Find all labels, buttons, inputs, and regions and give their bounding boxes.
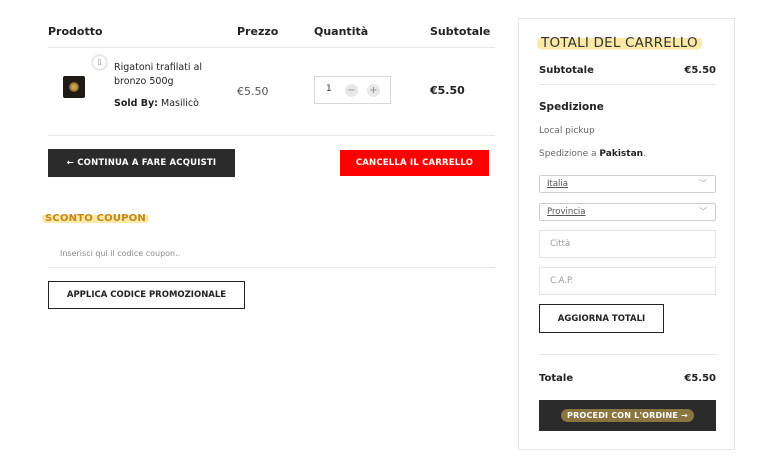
product-name-link[interactable]: Rigatoni trafilati al bronzo 500g [114,61,224,89]
header-subtotal: Subtotale [430,25,491,38]
quantity-value[interactable]: 1 [326,84,332,94]
totals-subtotal-row: Subtotale €5.50 [539,65,716,76]
totals-total-row: Totale €5.50 [539,373,716,384]
shipping-to-prefix: Spedizione a [539,149,597,159]
cart-totals-title: TOTALI DEL CARRELLO [537,35,702,51]
chevron-down-icon: ﹀ [699,207,707,216]
item-price: €5.50 [237,85,269,98]
country-select[interactable]: Italia ﹀ [539,175,716,193]
header-quantity: Quantità [314,25,369,38]
product-thumbnail[interactable] [63,76,85,98]
city-field[interactable] [539,230,716,258]
cart-table-header: Prodotto Prezzo Quantità Subtotale [48,20,495,48]
proceed-checkout-button[interactable]: PROCEDI CON L'ORDINE → [539,400,716,431]
divider [539,84,716,85]
province-select[interactable]: Provincia ﹀ [539,203,716,221]
update-totals-button[interactable]: AGGIORNA TOTALI [539,304,664,333]
divider [539,354,716,355]
vendor-name[interactable]: Masilicò [161,98,199,109]
totals-subtotal-label: Subtotale [539,65,594,76]
coupon-input[interactable] [48,240,495,268]
shipping-title: Spedizione [539,101,604,113]
cart-table: Prodotto Prezzo Quantità Subtotale ▯ Rig… [48,20,495,136]
proceed-checkout-label: PROCEDI CON L'ORDINE → [561,409,694,422]
header-price: Prezzo [237,25,279,38]
zip-field[interactable] [539,267,716,295]
item-subtotal: €5.50 [430,84,465,97]
coupon-title-text: SCONTO COUPON [42,213,149,224]
shipping-method: Local pickup [539,126,595,136]
province-select-value: Provincia [547,207,586,217]
sold-by-label: Sold By: [114,98,158,109]
quantity-stepper[interactable]: 1 − + [314,76,391,104]
totals-subtotal-value: €5.50 [684,65,716,76]
plus-icon[interactable]: + [367,84,380,97]
cart-totals-panel: TOTALI DEL CARRELLO Subtotale €5.50 Sped… [518,18,735,450]
sold-by: Sold By: Masilicò [114,98,199,109]
apply-coupon-button[interactable]: APPLICA CODICE PROMOZIONALE [48,281,245,309]
header-product: Prodotto [48,25,103,38]
clear-cart-button[interactable]: CANCELLA IL CARRELLO [340,150,489,176]
coupon-title: SCONTO COUPON [42,213,149,224]
minus-icon[interactable]: − [345,84,358,97]
remove-icon[interactable]: ▯ [93,56,106,69]
continue-shopping-button[interactable]: ← CONTINUA A FARE ACQUISTI [48,149,235,177]
shipping-to-suffix: . [643,149,646,159]
totals-total-value: €5.50 [684,373,716,384]
chevron-down-icon: ﹀ [699,179,707,188]
totals-total-label: Totale [539,373,574,384]
shipping-country: Pakistan [599,149,644,159]
shipping-destination: Spedizione a Pakistan. [539,149,646,159]
cart-totals-title-text: TOTALI DEL CARRELLO [537,35,702,51]
cart-item-row: ▯ Rigatoni trafilati al bronzo 500g Sold… [48,48,495,136]
country-select-value: Italia [547,179,568,189]
